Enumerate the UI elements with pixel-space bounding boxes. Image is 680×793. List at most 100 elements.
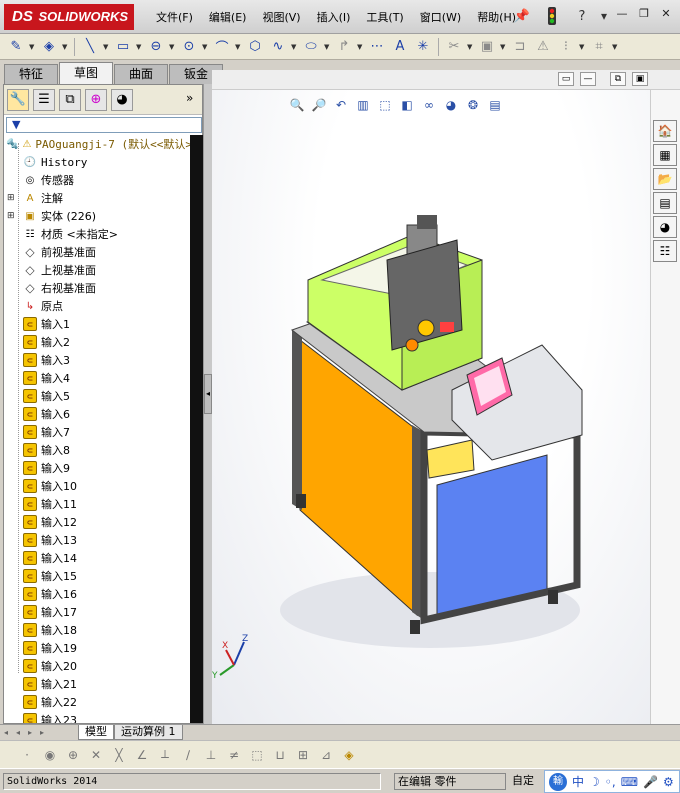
viewport-minimize-icon[interactable]: —	[580, 72, 596, 86]
tree-item-import[interactable]: ⊂ 输入10	[4, 477, 190, 495]
menu-tools[interactable]: 工具(T)	[358, 9, 411, 25]
minimize-button[interactable]: —	[614, 8, 630, 22]
rapid-sketch-icon[interactable]: ◈	[340, 746, 358, 764]
pattern-icon[interactable]: ⁝	[556, 37, 576, 57]
circle-icon[interactable]: ⊙	[179, 37, 199, 57]
convert-entities-icon[interactable]: ▣	[477, 37, 497, 57]
trim-icon[interactable]: ✂	[444, 37, 464, 57]
tree-item-annotations[interactable]: ⊞ A 注解	[4, 189, 190, 207]
tree-item-import[interactable]: ⊂ 输入1	[4, 315, 190, 333]
tree-item-top-plane[interactable]: ◇ 上视基准面	[4, 261, 190, 279]
chevron-down-icon[interactable]: ▼	[467, 43, 474, 51]
tree-item-import[interactable]: ⊂ 输入2	[4, 333, 190, 351]
tree-item-origin[interactable]: ↳ 原点	[4, 297, 190, 315]
tree-item-import[interactable]: ⊂ 输入19	[4, 639, 190, 657]
tree-root[interactable]: 🔩 ⚠ PAOguangji-7 (默认<<默认>	[4, 135, 190, 153]
smart-dimension-icon[interactable]: ◈	[39, 37, 59, 57]
fillet-icon[interactable]: ↱	[334, 37, 354, 57]
viewport-tile-icon[interactable]: ⧉	[610, 72, 626, 86]
tab-features[interactable]: 特征	[4, 64, 58, 84]
tree-item-import[interactable]: ⊂ 输入21	[4, 675, 190, 693]
tree-item-right-plane[interactable]: ◇ 右视基准面	[4, 279, 190, 297]
ellipse-icon[interactable]: ⬭	[301, 37, 321, 57]
spline-icon[interactable]: ∿	[268, 37, 288, 57]
center-icon[interactable]: ⊕	[64, 746, 82, 764]
expand-arrows-icon[interactable]: »	[186, 91, 193, 105]
quadrant-icon[interactable]: ╳	[110, 746, 128, 764]
prev-tab-icon[interactable]: ◂	[12, 726, 24, 740]
tree-item-import[interactable]: ⊂ 输入11	[4, 495, 190, 513]
tree-item-import[interactable]: ⊂ 输入5	[4, 387, 190, 405]
moon-icon[interactable]: ☽	[589, 775, 600, 789]
custom-properties-icon[interactable]: ☷	[653, 240, 677, 262]
tab-sketch[interactable]: 草图	[59, 62, 113, 84]
tree-item-import[interactable]: ⊂ 输入18	[4, 621, 190, 639]
text-a-icon[interactable]: A	[390, 37, 410, 57]
tree-item-sensors[interactable]: ◎ 传感器	[4, 171, 190, 189]
point-icon[interactable]: ✳	[413, 37, 433, 57]
display-manager-icon[interactable]: ◕	[111, 88, 133, 111]
appearances-scenes-icon[interactable]: ◕	[653, 216, 677, 238]
tree-item-import[interactable]: ⊂ 输入8	[4, 441, 190, 459]
traffic-light-icon[interactable]	[542, 7, 562, 25]
mirror-icon[interactable]: ⚠	[533, 37, 553, 57]
dashed-box-icon[interactable]: ⬚	[248, 746, 266, 764]
file-explorer-icon[interactable]: 📂	[653, 168, 677, 190]
midpoint-icon[interactable]: ◉	[41, 746, 59, 764]
punctuation-icon[interactable]: ◦,	[605, 775, 616, 789]
tree-item-import[interactable]: ⊂ 输入9	[4, 459, 190, 477]
feature-manager-icon[interactable]: 🔧	[7, 88, 29, 111]
next-tab-icon[interactable]: ▸	[24, 726, 36, 740]
rectangle-icon[interactable]: ▭	[113, 37, 133, 57]
tangent-icon[interactable]: ∠	[133, 746, 151, 764]
ime-mode[interactable]: 中	[572, 773, 584, 790]
tree-item-import[interactable]: ⊂ 输入14	[4, 549, 190, 567]
chevron-down-icon[interactable]: ▼	[62, 43, 69, 51]
chevron-down-icon[interactable]: ▼	[324, 43, 331, 51]
arc-icon[interactable]: ⌒	[212, 37, 232, 57]
viewport-split-icon[interactable]: ▣	[632, 72, 648, 86]
last-tab-icon[interactable]: ▸	[36, 726, 48, 740]
tree-item-import[interactable]: ⊂ 输入7	[4, 423, 190, 441]
design-library-icon[interactable]: ▦	[653, 144, 677, 166]
tree-item-import[interactable]: ⊂ 输入13	[4, 531, 190, 549]
chevron-down-icon[interactable]: ▼	[169, 43, 176, 51]
solidworks-logo[interactable]: DS SOLIDWORKS	[4, 4, 134, 30]
tree-item-import[interactable]: ⊂ 输入16	[4, 585, 190, 603]
help-icon[interactable]: ?	[572, 7, 592, 25]
chevron-down-icon[interactable]: ▼	[103, 43, 110, 51]
chevron-down-icon[interactable]: ▼	[291, 43, 298, 51]
tree-item-import[interactable]: ⊂ 输入22	[4, 693, 190, 711]
tab-model[interactable]: 模型	[78, 725, 114, 740]
tab-surfaces[interactable]: 曲面	[114, 64, 168, 84]
tree-item-solid-bodies[interactable]: ⊞ ▣ 实体 (226)	[4, 207, 190, 225]
vertical-icon[interactable]: ≠	[225, 746, 243, 764]
view-palette-icon[interactable]: ▤	[653, 192, 677, 214]
configuration-manager-icon[interactable]: ⧉	[59, 88, 81, 111]
tree-item-import[interactable]: ⊂ 输入15	[4, 567, 190, 585]
tree-item-material[interactable]: ☷ 材质 <未指定>	[4, 225, 190, 243]
chevron-down-icon[interactable]: ▼	[202, 43, 209, 51]
perpendicular-icon[interactable]: ⟂	[156, 746, 174, 764]
horizontal-dimension-icon[interactable]: ⊔	[271, 746, 289, 764]
collapse-panel-icon[interactable]: ◂	[204, 374, 212, 414]
line-icon[interactable]: ╲	[80, 37, 100, 57]
tree-item-import[interactable]: ⊂ 输入6	[4, 405, 190, 423]
ime-logo-icon[interactable]: 輸	[549, 772, 567, 791]
menu-window[interactable]: 窗口(W)	[412, 9, 469, 25]
angle-snap-icon[interactable]: ⊿	[317, 746, 335, 764]
horizontal-icon[interactable]: ⊥	[202, 746, 220, 764]
chevron-down-icon[interactable]: ▼	[29, 43, 36, 51]
tree-item-import[interactable]: ⊂ 输入3	[4, 351, 190, 369]
tree-item-history[interactable]: 🕘 History	[4, 153, 190, 171]
keyboard-icon[interactable]: ⌨	[621, 775, 638, 789]
pin-icon[interactable]: 📌	[512, 7, 532, 25]
expand-icon[interactable]: ⊞	[7, 211, 17, 221]
tree-item-import[interactable]: ⊂ 输入17	[4, 603, 190, 621]
tab-motion-study[interactable]: 运动算例 1	[114, 725, 183, 740]
tree-item-import[interactable]: ⊂ 输入12	[4, 513, 190, 531]
menu-file[interactable]: 文件(F)	[148, 9, 201, 25]
property-manager-icon[interactable]: ☰	[33, 88, 55, 111]
tree-item-import[interactable]: ⊂ 输入20	[4, 657, 190, 675]
dimxpert-icon[interactable]: ⊕	[85, 88, 107, 111]
